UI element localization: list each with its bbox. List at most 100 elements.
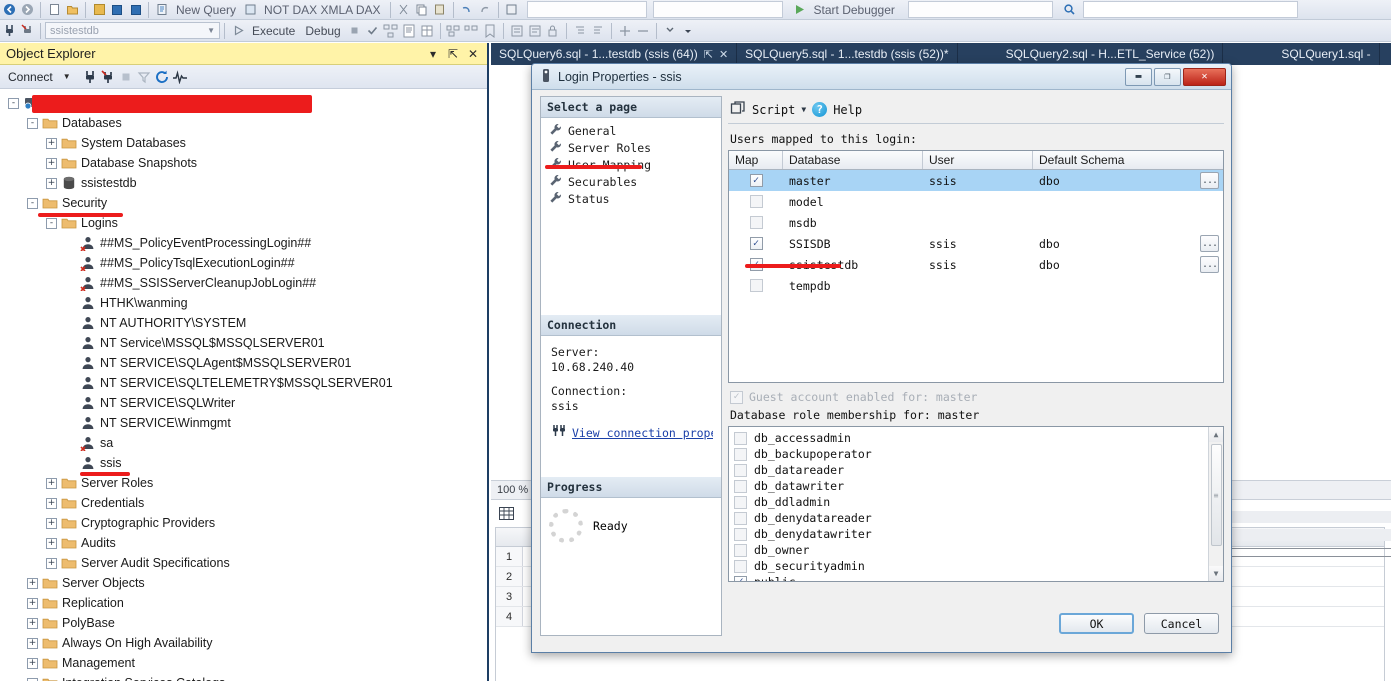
find-combo-2[interactable] <box>652 1 783 18</box>
role-checkbox[interactable] <box>734 463 747 477</box>
collapse-icon[interactable]: - <box>27 117 38 129</box>
map-cell[interactable]: ✓ <box>729 170 783 191</box>
role-row[interactable]: db_backupoperator <box>729 446 1223 462</box>
collapse-icon[interactable]: - <box>27 677 38 681</box>
close-button[interactable]: ✕ <box>1183 67 1226 86</box>
dialog-footer[interactable]: OK Cancel <box>1059 613 1219 634</box>
debug-target-combo[interactable] <box>907 1 1053 18</box>
expand-icon[interactable]: + <box>27 577 38 589</box>
close-icon[interactable]: ✕ <box>465 46 481 62</box>
save-all-secondary-icon[interactable] <box>126 1 144 19</box>
editor-tab-strip[interactable]: SQLQuery6.sql - 1...testdb (ssis (64)) ⇱ ✕… <box>491 43 1391 65</box>
tree-node[interactable]: + ssistestdb <box>0 173 487 193</box>
role-row[interactable]: db_datareader <box>729 462 1223 478</box>
role-row[interactable]: db_denydatareader <box>729 510 1223 526</box>
tree-node[interactable]: ##MS_PolicyEventProcessingLogin## <box>0 233 487 253</box>
browse-schema-button[interactable]: ... <box>1200 172 1219 189</box>
toolbar-overflow-chevron-icon[interactable] <box>679 22 697 40</box>
tree-node[interactable]: NT SERVICE\SQLAgent$MSSQLSERVER01 <box>0 353 487 373</box>
map-checkbox[interactable]: ✓ <box>749 237 763 250</box>
browse-schema-button[interactable]: ... <box>1200 235 1219 252</box>
object-lock-icon[interactable] <box>544 22 562 40</box>
debug-button[interactable]: Debug <box>300 22 345 40</box>
user-mapping-row[interactable]: ✓ master ssis dbo... <box>729 170 1223 191</box>
expand-icon[interactable]: + <box>46 497 57 509</box>
role-checkbox[interactable] <box>734 559 747 573</box>
tree-node[interactable]: + Credentials <box>0 493 487 513</box>
tree-node[interactable]: - Databases <box>0 113 487 133</box>
results-to-grid-icon[interactable] <box>418 22 436 40</box>
decrease-indent-icon[interactable] <box>526 22 544 40</box>
disconnect-object-explorer-icon[interactable] <box>99 68 117 86</box>
execute-button[interactable]: Execute <box>247 22 300 40</box>
redo-icon[interactable] <box>476 1 494 19</box>
role-list-scrollbar[interactable]: ▲ ≡ ▼ <box>1208 427 1223 581</box>
page-item[interactable]: Status <box>541 190 721 207</box>
browse-schema-button[interactable]: ... <box>1200 256 1219 273</box>
tree-node[interactable]: + System Databases <box>0 133 487 153</box>
open-file-icon[interactable] <box>63 1 81 19</box>
dialog-titlebar[interactable]: Login Properties - ssis ▬ ❐ ✕ <box>532 64 1231 90</box>
editor-tab[interactable]: SQLQuery1.sql - <box>1273 43 1380 65</box>
comment-lines-icon[interactable] <box>445 22 463 40</box>
refresh-icon[interactable] <box>153 68 171 86</box>
expand-icon[interactable]: + <box>27 657 38 669</box>
collapse-icon[interactable]: - <box>27 197 38 209</box>
database-role-membership-list[interactable]: db_accessadmin db_backupoperator db_datare… <box>728 426 1224 582</box>
user-mapping-row[interactable]: msdb <box>729 212 1223 233</box>
uncomment-lines-icon[interactable] <box>463 22 481 40</box>
tree-node[interactable]: NT Service\MSSQL$MSSQLSERVER01 <box>0 333 487 353</box>
role-row[interactable]: db_denydatawriter <box>729 526 1223 542</box>
expand-icon[interactable]: + <box>46 137 57 149</box>
tree-node[interactable]: HTHK\wanming <box>0 293 487 313</box>
tree-node[interactable]: + Management <box>0 653 487 673</box>
toggle-bookmark-icon[interactable] <box>481 22 499 40</box>
start-debug-icon[interactable] <box>791 1 809 19</box>
navigate-forward-icon[interactable] <box>18 1 36 19</box>
save-icon[interactable] <box>90 1 108 19</box>
toolbar-options-icon[interactable] <box>661 22 679 40</box>
tree-node[interactable]: NT AUTHORITY\SYSTEM <box>0 313 487 333</box>
collapse-icon[interactable]: - <box>8 97 19 109</box>
save-all-icon[interactable] <box>108 1 126 19</box>
close-icon[interactable]: ✕ <box>719 48 728 61</box>
undo-icon[interactable] <box>458 1 476 19</box>
map-cell[interactable] <box>729 212 783 233</box>
ok-button[interactable]: OK <box>1059 613 1134 634</box>
map-cell[interactable] <box>729 275 783 296</box>
collapse-icon[interactable]: - <box>46 217 57 229</box>
tree-node[interactable]: NT SERVICE\SQLTELEMETRY$MSSQLSERVER01 <box>0 373 487 393</box>
parse-check-icon[interactable] <box>364 22 382 40</box>
role-row[interactable]: db_ddladmin <box>729 494 1223 510</box>
tree-node[interactable]: - Security <box>0 193 487 213</box>
pin-icon[interactable]: ⇱ <box>445 46 461 62</box>
indent-block-icon[interactable] <box>571 22 589 40</box>
new-query-icon[interactable] <box>153 1 171 19</box>
expand-icon[interactable]: + <box>46 557 57 569</box>
expand-icon[interactable]: + <box>27 637 38 649</box>
role-checkbox[interactable]: ✓ <box>734 575 747 581</box>
role-checkbox[interactable] <box>734 431 747 445</box>
map-checkbox[interactable] <box>749 195 763 208</box>
tree-node[interactable]: + Database Snapshots <box>0 153 487 173</box>
role-checkbox[interactable] <box>734 479 747 493</box>
format-increase-icon[interactable] <box>616 22 634 40</box>
expand-icon[interactable]: + <box>27 617 38 629</box>
database-combo[interactable]: ssistestdb ▼ <box>45 22 220 39</box>
window-layout-icon[interactable] <box>503 1 521 19</box>
disconnect-plug-icon[interactable] <box>18 22 36 40</box>
expand-icon[interactable]: + <box>46 177 57 189</box>
find-combo-1[interactable] <box>526 1 647 18</box>
tree-node[interactable]: + PolyBase <box>0 613 487 633</box>
chevron-down-icon[interactable]: ▼ <box>801 105 806 114</box>
help-button[interactable]: Help <box>833 103 862 117</box>
copy-icon[interactable] <box>413 1 431 19</box>
user-mapping-row[interactable]: tempdb <box>729 275 1223 296</box>
role-checkbox[interactable] <box>734 495 747 509</box>
tree-node[interactable]: NT SERVICE\SQLWriter <box>0 393 487 413</box>
role-checkbox[interactable] <box>734 447 747 461</box>
expand-icon[interactable]: + <box>46 537 57 549</box>
chevron-down-icon[interactable]: ▾ <box>425 46 441 62</box>
stop-icon[interactable] <box>117 68 135 86</box>
pin-icon[interactable]: ⇱ <box>704 48 713 61</box>
